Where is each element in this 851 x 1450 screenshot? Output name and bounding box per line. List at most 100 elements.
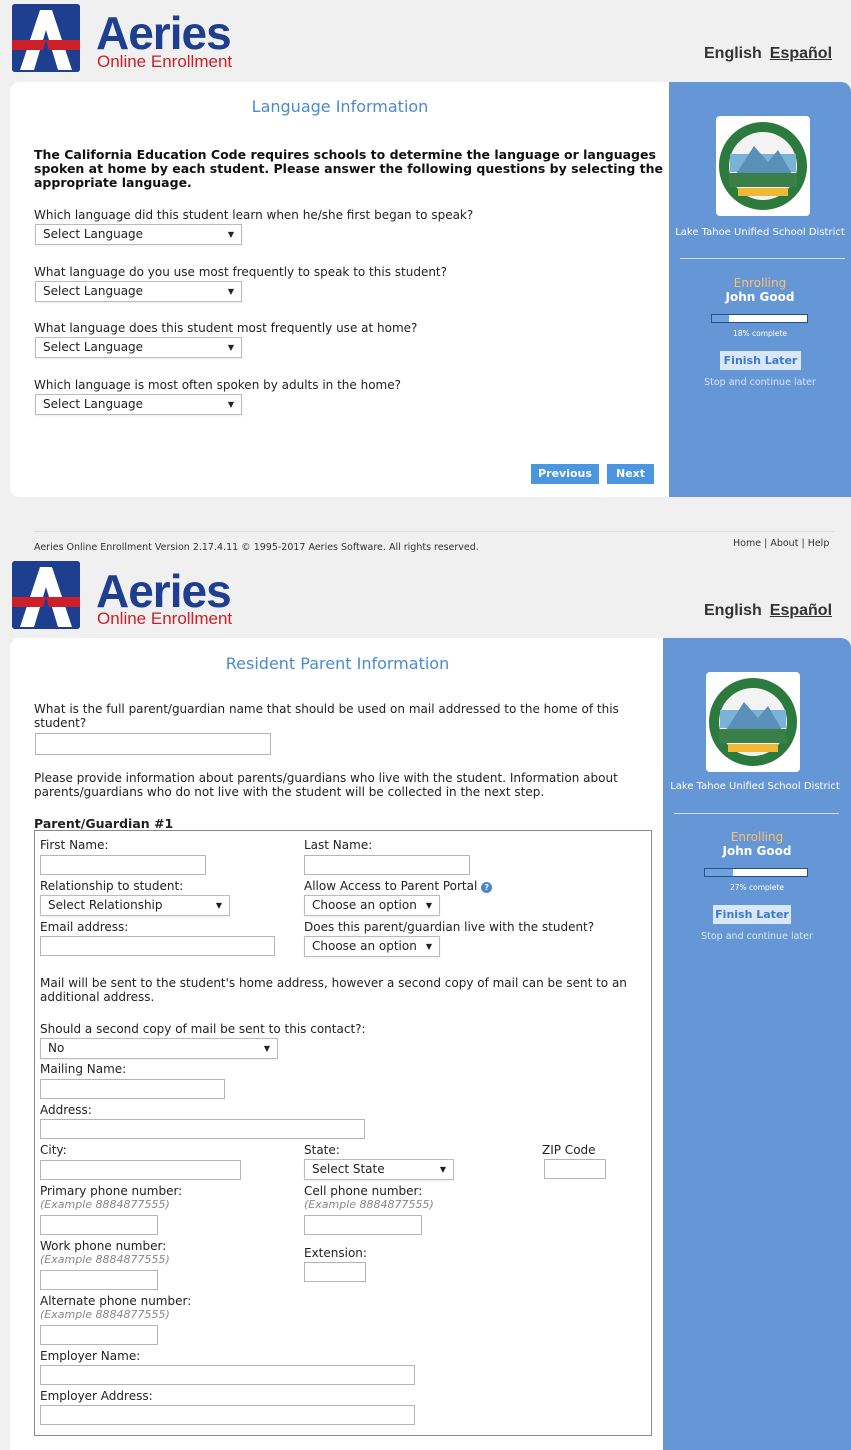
question-3-label: What language does this student most fre… xyxy=(34,321,418,335)
chevron-down-icon: ▼ xyxy=(227,287,234,296)
second-copy-select[interactable]: No ▼ xyxy=(40,1038,278,1059)
state-select[interactable]: Select State ▼ xyxy=(304,1159,454,1180)
previous-button[interactable]: Previous xyxy=(531,464,599,484)
extension-label: Extension: xyxy=(304,1246,367,1260)
extension-input[interactable] xyxy=(304,1262,366,1282)
question-4-select[interactable]: Select Language ▼ xyxy=(35,394,242,415)
chevron-down-icon: ▼ xyxy=(227,230,234,239)
question-4-label: Which language is most often spoken by a… xyxy=(34,378,401,392)
brand-name: Aeries xyxy=(96,565,232,617)
lives-with-select[interactable]: Choose an option ▼ xyxy=(304,936,440,957)
student-name: John Good xyxy=(725,290,795,304)
zip-label: ZIP Code xyxy=(542,1143,596,1157)
chevron-down-icon: ▼ xyxy=(215,901,222,910)
work-phone-label: Work phone number: xyxy=(40,1239,167,1253)
chevron-down-icon: ▼ xyxy=(425,942,432,951)
relationship-label: Relationship to student: xyxy=(40,879,184,893)
portal-select[interactable]: Choose an option ▼ xyxy=(304,895,440,916)
zip-input[interactable] xyxy=(544,1159,606,1179)
page-title: Resident Parent Information xyxy=(225,654,450,673)
enrolling-label: Enrolling xyxy=(733,276,787,290)
mail-name-question: What is the full parent/guardian name th… xyxy=(34,702,619,730)
employer-name-label: Employer Name: xyxy=(40,1349,141,1363)
brand-subtitle: Online Enrollment xyxy=(97,52,233,71)
spanish-link[interactable]: Español xyxy=(770,45,832,62)
last-name-label: Last Name: xyxy=(304,838,373,852)
alt-phone-example: (Example 8884877555) xyxy=(40,1308,170,1321)
work-phone-example: (Example 8884877555) xyxy=(40,1253,170,1266)
english-link[interactable]: English xyxy=(704,602,762,619)
footer-version: Aeries Online Enrollment Version 2.17.4.… xyxy=(34,542,479,553)
cell-phone-example: (Example 8884877555) xyxy=(304,1198,434,1211)
employer-address-input[interactable] xyxy=(40,1405,415,1425)
email-input[interactable] xyxy=(40,936,275,956)
relationship-select[interactable]: Select Relationship ▼ xyxy=(40,895,230,916)
portal-label: Allow Access to Parent Portal ? xyxy=(304,879,493,893)
cell-phone-label: Cell phone number: xyxy=(304,1184,423,1198)
employer-name-input[interactable] xyxy=(40,1365,415,1385)
progress-bar xyxy=(704,868,808,877)
spanish-link[interactable]: Español xyxy=(770,602,832,619)
progress-fill xyxy=(705,869,733,876)
progress-text: 18% complete xyxy=(732,329,788,338)
chevron-down-icon: ▼ xyxy=(227,400,234,409)
primary-phone-example: (Example 8884877555) xyxy=(40,1198,170,1211)
primary-phone-input[interactable] xyxy=(40,1215,158,1235)
brand-subtitle: Online Enrollment xyxy=(97,609,233,628)
progress-text: 27% complete xyxy=(729,883,785,892)
school-seal-icon xyxy=(706,672,800,772)
question-3-select[interactable]: Select Language ▼ xyxy=(35,337,242,358)
language-switcher: English Español xyxy=(704,45,832,63)
address-input[interactable] xyxy=(40,1119,365,1139)
brand-name: Aeries xyxy=(96,7,232,59)
last-name-input[interactable] xyxy=(304,855,470,875)
chevron-down-icon: ▼ xyxy=(439,1165,446,1174)
stop-text: Stop and continue later xyxy=(704,377,816,388)
enrolling-label: Enrolling xyxy=(730,830,784,844)
aeries-logo-icon xyxy=(12,561,80,629)
district-name: Lake Tahoe Unified School District xyxy=(670,781,840,792)
help-icon[interactable]: ? xyxy=(481,882,493,893)
school-seal-icon xyxy=(716,116,810,216)
alt-phone-input[interactable] xyxy=(40,1325,158,1345)
employer-address-label: Employer Address: xyxy=(40,1389,153,1403)
info-text: Please provide information about parents… xyxy=(34,771,618,799)
email-label: Email address: xyxy=(40,920,129,934)
question-2-label: What language do you use most frequently… xyxy=(34,265,448,279)
cell-phone-input[interactable] xyxy=(304,1215,422,1235)
second-copy-label: Should a second copy of mail be sent to … xyxy=(40,1022,366,1036)
chevron-down-icon: ▼ xyxy=(425,901,432,910)
chevron-down-icon: ▼ xyxy=(227,343,234,352)
state-label: State: xyxy=(304,1143,340,1157)
english-link[interactable]: English xyxy=(704,45,762,62)
intro-text: The California Education Code requires s… xyxy=(34,147,664,190)
footer-links: Home | About | Help xyxy=(733,538,830,549)
aeries-logo-icon xyxy=(12,4,80,72)
footer-divider xyxy=(34,531,834,532)
guardian-heading: Parent/Guardian #1 xyxy=(34,816,174,831)
page-title: Language Information xyxy=(251,97,429,116)
city-input[interactable] xyxy=(40,1160,241,1180)
alt-phone-label: Alternate phone number: xyxy=(40,1294,192,1308)
finish-later-button[interactable]: Finish Later xyxy=(713,905,791,924)
question-2-select[interactable]: Select Language ▼ xyxy=(35,281,242,302)
language-switcher: English Español xyxy=(704,602,832,620)
home-link[interactable]: Home xyxy=(733,538,761,549)
lives-with-label: Does this parent/guardian live with the … xyxy=(304,920,595,934)
primary-phone-label: Primary phone number: xyxy=(40,1184,183,1198)
chevron-down-icon: ▼ xyxy=(263,1044,270,1053)
help-link[interactable]: Help xyxy=(808,538,830,549)
sidebar-divider xyxy=(674,813,839,814)
about-link[interactable]: About xyxy=(770,538,798,549)
district-name: Lake Tahoe Unified School District xyxy=(675,227,845,238)
mailing-name-input[interactable] xyxy=(40,1079,225,1099)
question-1-select[interactable]: Select Language ▼ xyxy=(35,224,242,245)
work-phone-input[interactable] xyxy=(40,1270,158,1290)
next-button[interactable]: Next xyxy=(607,464,654,484)
mail-name-input[interactable] xyxy=(35,733,271,755)
finish-later-button[interactable]: Finish Later xyxy=(720,351,801,370)
student-name: John Good xyxy=(722,844,792,858)
mail-note: Mail will be sent to the student's home … xyxy=(40,976,627,1004)
sidebar-divider xyxy=(680,258,845,259)
first-name-input[interactable] xyxy=(40,855,206,875)
